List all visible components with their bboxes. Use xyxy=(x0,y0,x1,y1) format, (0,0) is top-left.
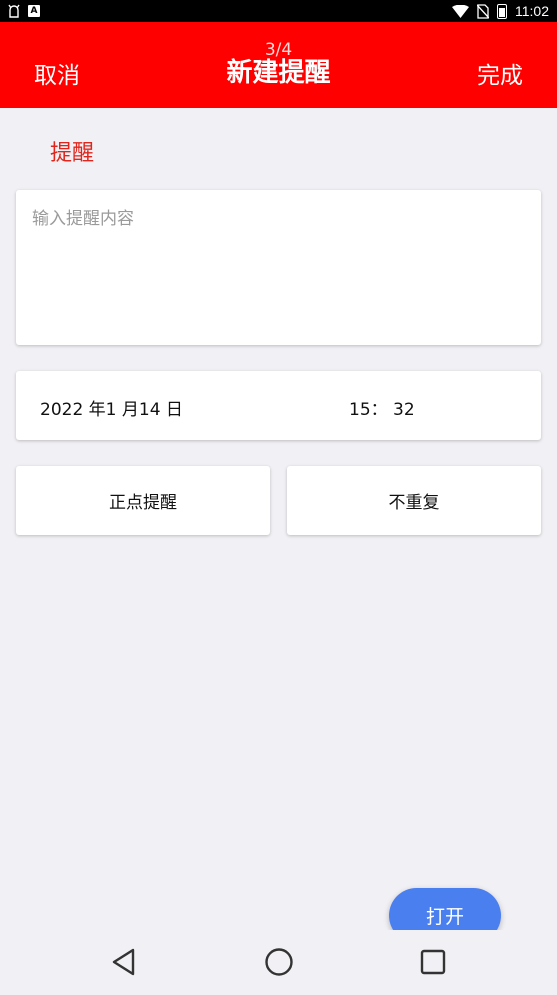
back-icon[interactable] xyxy=(106,944,142,980)
page-title: 新建提醒 xyxy=(226,58,331,88)
no-sim-icon xyxy=(477,3,489,19)
reminder-content-input[interactable] xyxy=(16,190,541,345)
repeat-button[interactable]: 不重复 xyxy=(287,466,541,535)
notification-icon xyxy=(8,4,20,18)
battery-icon xyxy=(497,3,507,19)
status-bar-left: A xyxy=(8,4,40,18)
app-a-icon: A xyxy=(28,5,40,17)
wifi-icon xyxy=(452,4,469,18)
reminder-content-card xyxy=(16,190,541,345)
date-picker[interactable]: 2022 年1 月14 日 xyxy=(40,395,183,420)
section-label: 提醒 xyxy=(50,141,95,166)
remind-type-button[interactable]: 正点提醒 xyxy=(16,466,270,535)
home-icon[interactable] xyxy=(261,944,297,980)
status-bar-right: 11:02 xyxy=(452,3,549,19)
done-button[interactable]: 完成 xyxy=(477,56,523,90)
status-time: 11:02 xyxy=(515,3,549,19)
app-bar: 取消 3/4 新建提醒 完成 xyxy=(0,22,557,108)
nav-bar xyxy=(0,930,557,995)
recents-icon[interactable] xyxy=(415,944,451,980)
status-bar: A 11:02 xyxy=(0,0,557,22)
time-picker[interactable]: 15： 32 xyxy=(349,395,415,420)
datetime-card: 2022 年1 月14 日 15： 32 xyxy=(16,371,541,440)
